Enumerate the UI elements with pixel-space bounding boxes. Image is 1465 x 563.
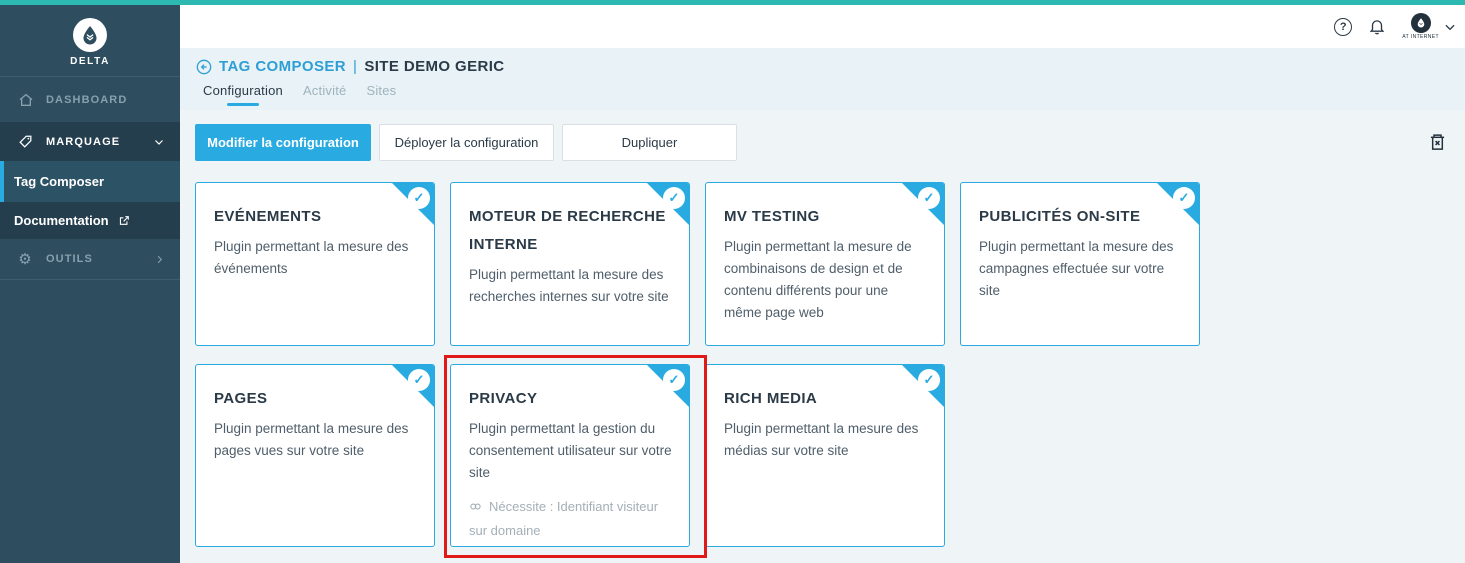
sidebar-item-documentation[interactable]: Documentation <box>0 202 180 239</box>
card-description: Plugin permettant la mesure de combinais… <box>724 236 928 324</box>
help-icon[interactable]: ? <box>1334 18 1352 36</box>
tab-configuration[interactable]: Configuration <box>203 83 283 106</box>
chevron-down-icon <box>153 136 165 148</box>
top-accent-strip <box>0 0 1465 5</box>
card-description: Plugin permettant la gestion du consente… <box>469 418 673 484</box>
gear-icon: ⚙ <box>17 252 34 267</box>
plugin-cards-grid: ✓ EVÉNEMENTS Plugin permettant la mesure… <box>195 182 1448 547</box>
back-icon[interactable] <box>196 59 212 75</box>
card-requirement: Nécessite : Identifiant visiteur sur dom… <box>469 496 673 542</box>
tab-activite[interactable]: Activité <box>303 83 347 106</box>
home-icon <box>17 92 34 108</box>
card-title: PAGES <box>214 385 418 413</box>
check-icon: ✓ <box>408 187 430 209</box>
at-internet-logo-icon <box>1411 13 1431 33</box>
external-link-icon <box>118 214 131 227</box>
sidebar-item-label: Tag Composer <box>14 174 104 189</box>
cards-row-1: ✓ EVÉNEMENTS Plugin permettant la mesure… <box>195 182 1448 346</box>
plugin-card-privacy[interactable]: ✓ PRIVACY Plugin permettant la gestion d… <box>450 364 690 547</box>
plugin-card-evenements[interactable]: ✓ EVÉNEMENTS Plugin permettant la mesure… <box>195 182 435 346</box>
card-title: EVÉNEMENTS <box>214 203 418 231</box>
sidebar-item-outils[interactable]: ⚙ OUTILS <box>0 239 180 280</box>
link-icon <box>469 498 482 520</box>
sidebar-item-dashboard[interactable]: DASHBOARD <box>0 77 180 122</box>
sidebar-item-marquage[interactable]: MARQUAGE <box>0 122 180 161</box>
card-title: MOTEUR DE RECHERCHE INTERNE <box>469 203 673 259</box>
sidebar-item-label: DASHBOARD <box>46 94 127 106</box>
actions-toolbar: Modifier la configuration Déployer la co… <box>195 124 1448 161</box>
plugin-card-pages[interactable]: ✓ PAGES Plugin permettant la mesure des … <box>195 364 435 547</box>
sidebar-item-label: Documentation <box>14 213 109 228</box>
plugin-card-moteur-de-recherche-interne[interactable]: ✓ MOTEUR DE RECHERCHE INTERNE Plugin per… <box>450 182 690 346</box>
cards-row-2: ✓ PAGES Plugin permettant la mesure des … <box>195 364 1448 547</box>
delta-logo[interactable]: DELTA <box>0 5 180 77</box>
main-area: ? AT INTERNET TAG COMPOSER | SIT <box>180 5 1465 563</box>
card-description: Plugin permettant la mesure des médias s… <box>724 418 928 462</box>
check-icon: ✓ <box>663 369 685 391</box>
card-description: Plugin permettant la mesure des événemen… <box>214 236 418 280</box>
notifications-bell-icon[interactable] <box>1368 17 1386 36</box>
tab-sites[interactable]: Sites <box>366 83 396 106</box>
sidebar: DELTA DASHBOARD MARQUAGE Tag Composer <box>0 5 180 563</box>
check-icon: ✓ <box>408 369 430 391</box>
card-title: RICH MEDIA <box>724 385 928 413</box>
check-icon: ✓ <box>918 187 940 209</box>
card-requirement-text: Nécessite : Identifiant visiteur sur dom… <box>469 499 658 538</box>
plugin-card-mv-testing[interactable]: ✓ MV TESTING Plugin permettant la mesure… <box>705 182 945 346</box>
title-separator: | <box>353 58 357 75</box>
logo-label: DELTA <box>70 56 110 67</box>
plugin-card-rich-media[interactable]: ✓ RICH MEDIA Plugin permettant la mesure… <box>705 364 945 547</box>
edit-configuration-button[interactable]: Modifier la configuration <box>195 124 371 161</box>
check-icon: ✓ <box>918 369 940 391</box>
card-description: Plugin permettant la mesure des campagne… <box>979 236 1183 302</box>
breadcrumb: TAG COMPOSER | SITE DEMO GERIC <box>196 48 1465 75</box>
card-title: PRIVACY <box>469 385 673 413</box>
delete-trash-icon[interactable] <box>1427 132 1448 154</box>
page-title[interactable]: TAG COMPOSER <box>219 58 346 75</box>
site-name: SITE DEMO GERIC <box>364 58 504 75</box>
check-icon: ✓ <box>663 187 685 209</box>
chevron-right-icon <box>154 254 165 265</box>
sidebar-item-label: OUTILS <box>46 253 93 265</box>
sidebar-group-marquage: MARQUAGE Tag Composer Documentation <box>0 122 180 239</box>
card-description: Plugin permettant la mesure des pages vu… <box>214 418 418 462</box>
card-description: Plugin permettant la mesure des recherch… <box>469 264 673 308</box>
deploy-configuration-button[interactable]: Déployer la configuration <box>379 124 554 161</box>
app-window: DELTA DASHBOARD MARQUAGE Tag Composer <box>0 0 1465 563</box>
content-area: Modifier la configuration Déployer la co… <box>180 110 1465 563</box>
account-menu[interactable]: AT INTERNET <box>1402 13 1439 40</box>
card-title: PUBLICITÉS ON-SITE <box>979 203 1183 231</box>
topbar: ? AT INTERNET <box>180 5 1465 48</box>
card-title: MV TESTING <box>724 203 928 231</box>
delta-leaf-icon <box>73 18 107 52</box>
account-chevron-down-icon[interactable] <box>1443 20 1457 34</box>
tab-bar: Configuration Activité Sites <box>196 83 1465 106</box>
tag-icon <box>17 134 34 149</box>
plugin-card-publicites-on-site[interactable]: ✓ PUBLICITÉS ON-SITE Plugin permettant l… <box>960 182 1200 346</box>
account-label: AT INTERNET <box>1402 34 1439 40</box>
page-header: TAG COMPOSER | SITE DEMO GERIC Configura… <box>180 48 1465 110</box>
sidebar-item-tag-composer[interactable]: Tag Composer <box>0 161 180 202</box>
check-icon: ✓ <box>1173 187 1195 209</box>
sidebar-item-label: MARQUAGE <box>46 136 120 148</box>
apps-grid-icon[interactable] <box>1301 19 1317 35</box>
duplicate-button[interactable]: Dupliquer <box>562 124 737 161</box>
